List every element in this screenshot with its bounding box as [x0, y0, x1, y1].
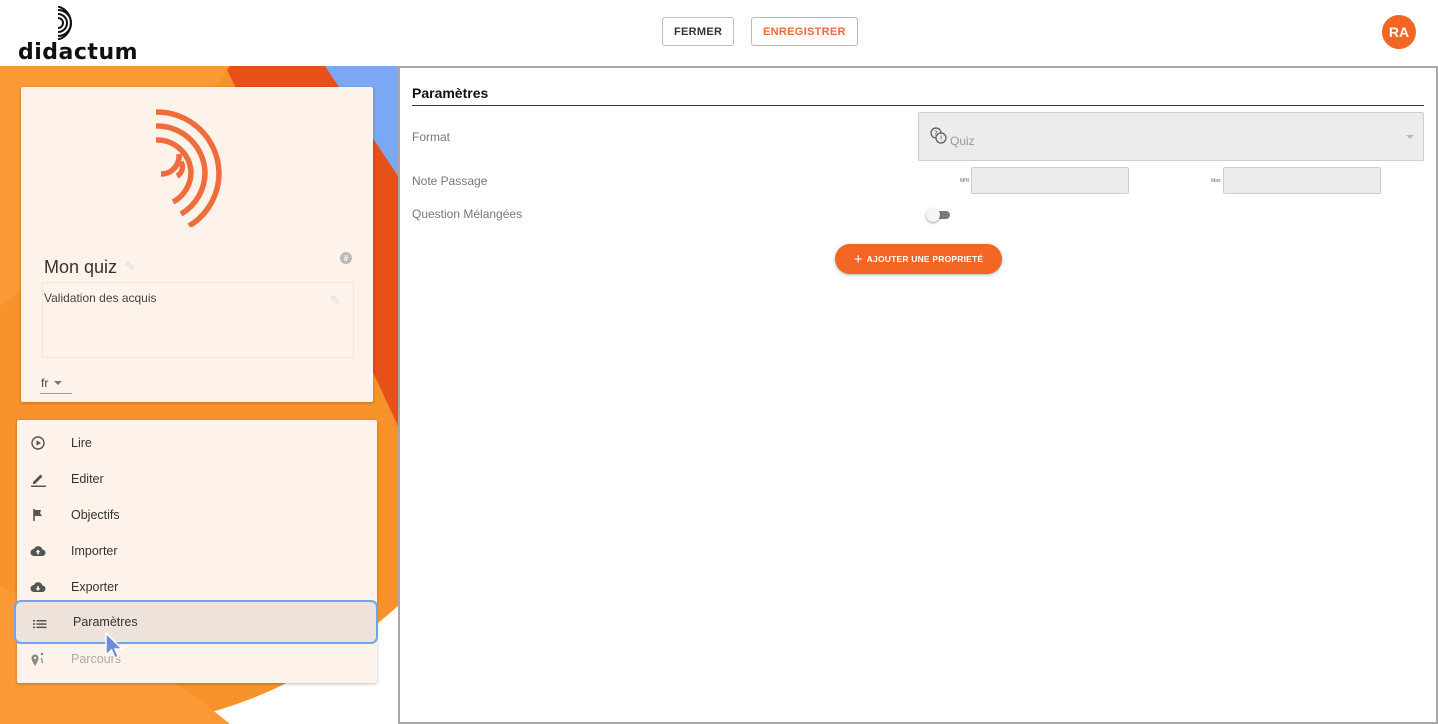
quiz-cover-art: [155, 109, 222, 227]
plus-icon: +: [853, 250, 863, 268]
menu-item-label: Importer: [71, 544, 118, 558]
chevron-down-icon: [54, 380, 63, 385]
quiz-format-icon: ? !: [930, 127, 947, 144]
pencil-icon: [31, 474, 46, 487]
close-button[interactable]: FERMER: [662, 17, 735, 46]
max-label: Max: [1211, 178, 1221, 184]
pass-score-label: Note Passage: [412, 174, 488, 188]
svg-text:!: !: [940, 135, 943, 143]
mouse-cursor-icon: [105, 631, 124, 659]
format-value: Quiz: [950, 134, 975, 148]
hash-badge[interactable]: #: [340, 252, 352, 264]
header: didactum FERMER ENREGISTRER RA: [0, 0, 1438, 66]
min-score-input[interactable]: [971, 167, 1129, 194]
language-value: fr: [41, 375, 49, 390]
settings-title: Paramètres: [412, 85, 489, 101]
route-icon: [31, 652, 44, 666]
shuffle-toggle[interactable]: [926, 208, 952, 222]
language-select[interactable]: fr: [40, 372, 72, 394]
edit-description-icon[interactable]: ✎: [330, 293, 341, 309]
menu-item-objectifs[interactable]: Objectifs: [17, 497, 377, 533]
settings-panel: Paramètres Format ? ! Quiz Note Passage …: [398, 66, 1438, 724]
edit-title-icon[interactable]: ✎: [125, 259, 136, 275]
flag-icon: [33, 509, 42, 521]
play-circle-icon: [31, 436, 45, 450]
format-select[interactable]: ? ! Quiz: [918, 112, 1424, 161]
menu-item-label: Editer: [71, 472, 104, 486]
menu-item-label: Lire: [71, 436, 92, 450]
toggle-thumb: [926, 208, 940, 222]
cloud-download-icon: [30, 582, 46, 593]
max-score-input[interactable]: [1223, 167, 1381, 194]
add-property-button[interactable]: + AJOUTER UNE PROPRIETÉ: [835, 244, 1002, 274]
quiz-description: Validation des acquis: [44, 291, 157, 305]
menu-item-editer[interactable]: Editer: [17, 461, 377, 497]
menu-item-parcours[interactable]: Parcours: [17, 641, 377, 677]
didactum-logo[interactable]: didactum: [18, 6, 138, 65]
list-icon: [33, 620, 47, 629]
cloud-upload-icon: [30, 546, 46, 557]
chevron-down-icon: [1406, 135, 1414, 139]
menu-item-label: Objectifs: [71, 508, 120, 522]
add-property-label: AJOUTER UNE PROPRIETÉ: [866, 254, 984, 264]
shuffle-label: Question Mélangées: [412, 207, 523, 221]
save-button[interactable]: ENREGISTRER: [751, 17, 858, 46]
title-divider: [412, 105, 1424, 106]
quiz-title: Mon quiz: [44, 257, 118, 277]
menu-item-label: Paramètres: [73, 615, 138, 629]
menu-item-importer[interactable]: Importer: [17, 533, 377, 569]
menu-item-lire[interactable]: Lire: [17, 425, 377, 461]
user-avatar[interactable]: RA: [1382, 15, 1416, 49]
quiz-menu: Lire Editer Objectifs Importer Exporter …: [14, 420, 378, 683]
format-label: Format: [412, 130, 451, 144]
menu-item-parametres[interactable]: Paramètres: [14, 600, 378, 644]
logo-text: didactum: [18, 40, 139, 65]
min-label: MIN: [960, 178, 970, 184]
quiz-card: # Mon quiz ✎ Validation des acquis ✎ fr: [21, 87, 373, 402]
logo-waves-icon: [57, 6, 72, 40]
menu-item-label: Exporter: [71, 580, 119, 594]
